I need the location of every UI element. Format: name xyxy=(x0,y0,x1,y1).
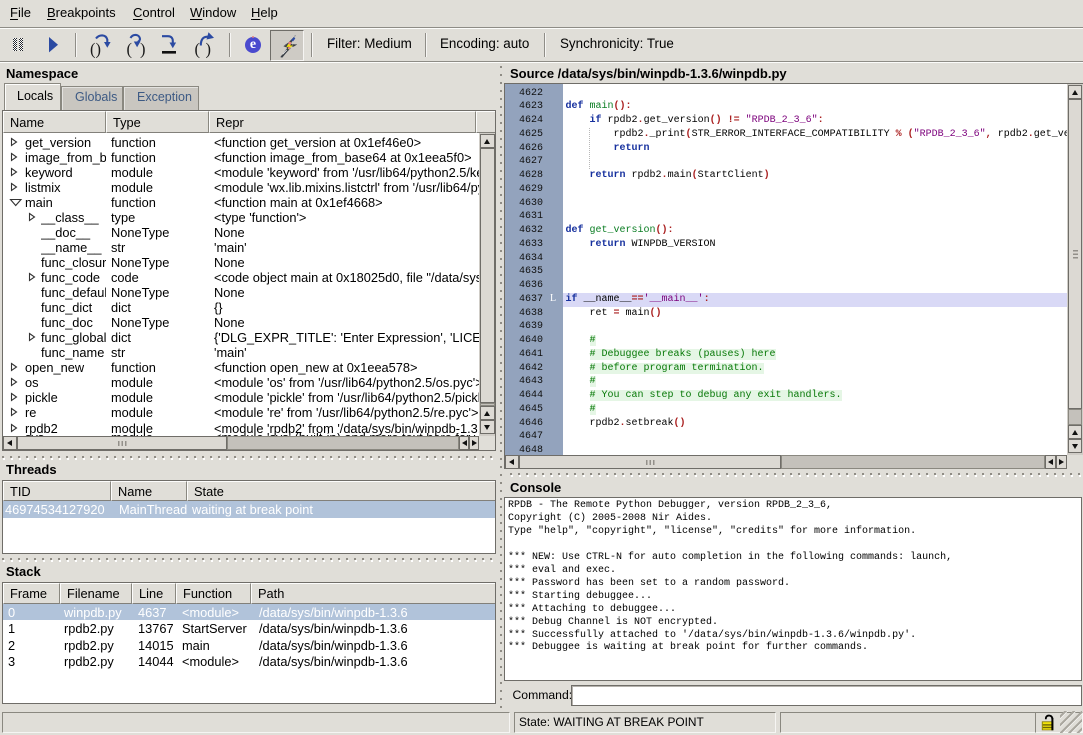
svg-text:(: ( xyxy=(195,40,201,59)
svg-text:): ) xyxy=(206,40,212,59)
svg-text:): ) xyxy=(140,40,146,59)
svg-text:(: ( xyxy=(127,40,133,59)
svg-text:(): () xyxy=(90,40,101,59)
